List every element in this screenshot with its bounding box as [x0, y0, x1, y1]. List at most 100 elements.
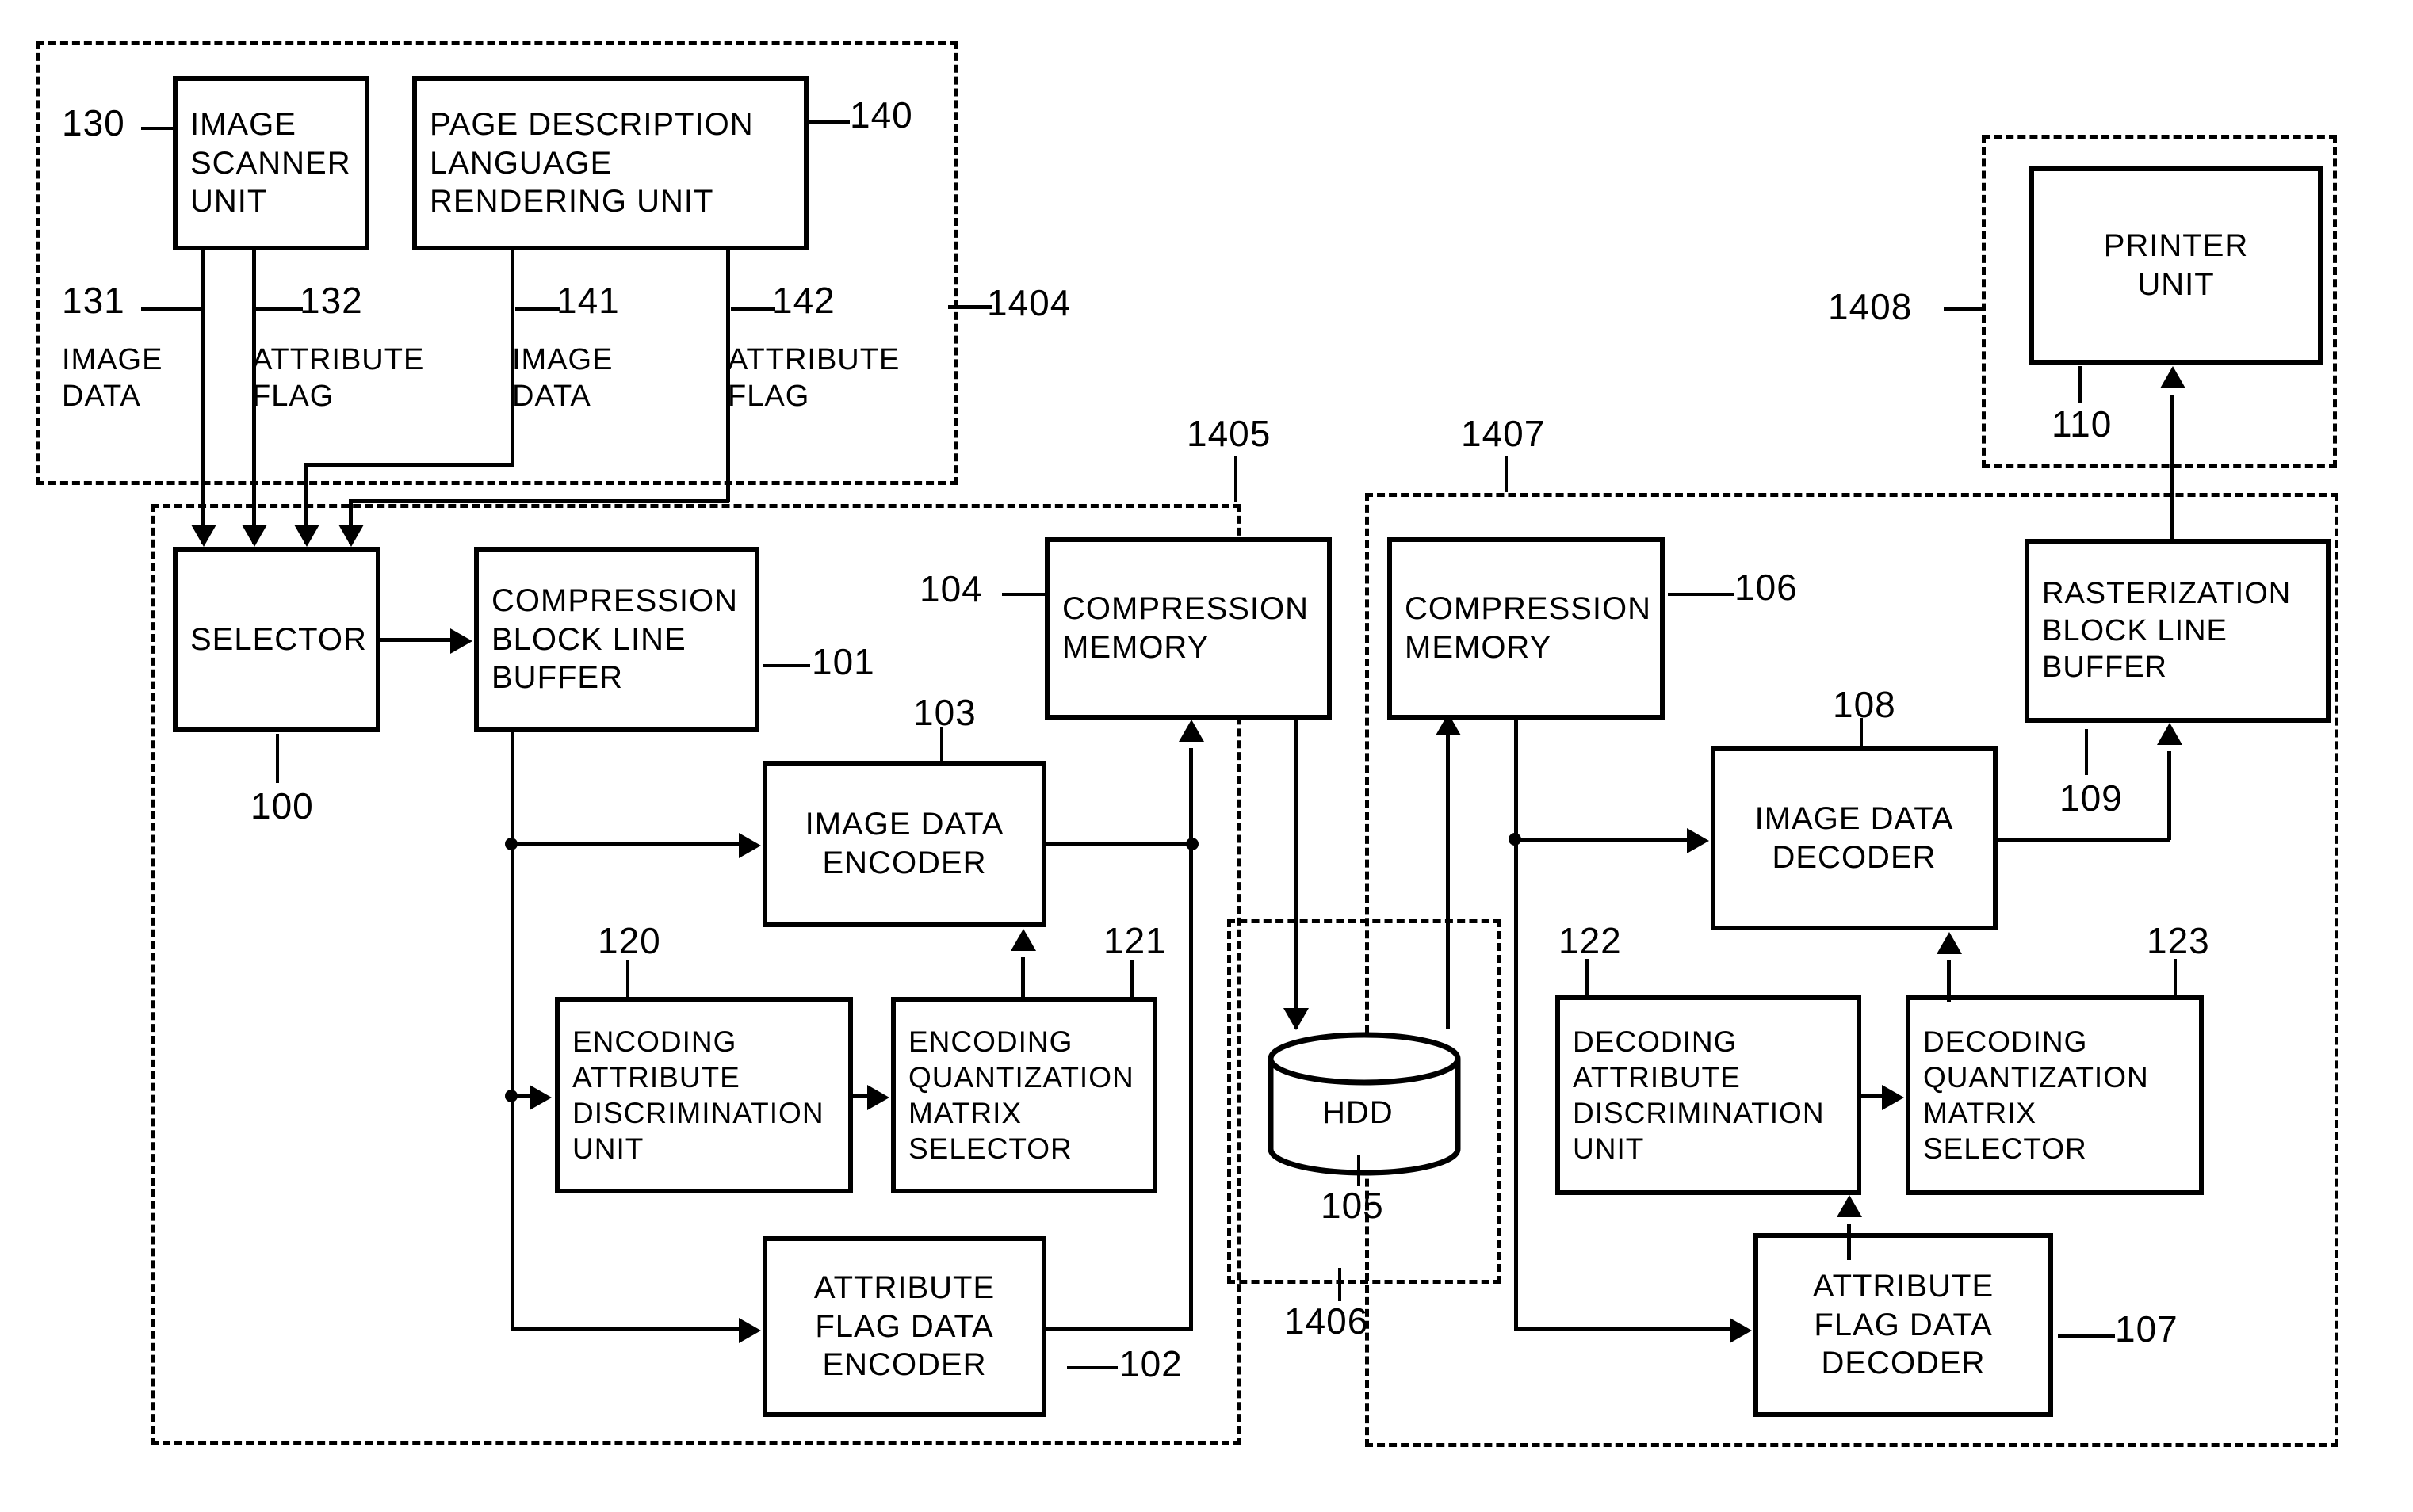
ref-label-1405: 1405 [1187, 413, 1272, 454]
signal-label-141: IMAGE DATA [512, 343, 614, 413]
ref-label-131: 131 [62, 280, 125, 321]
wire-buffer-to-flag-encoder [511, 1327, 740, 1331]
block-label-image-scanner-unit: IMAGE SCANNER UNIT [190, 106, 351, 220]
ref-label-102: 102 [1119, 1343, 1183, 1384]
leader-1404 [948, 305, 992, 309]
block-label-image-data-encoder: IMAGE DATA ENCODER [805, 807, 1004, 880]
block-label-attribute-flag-data-encoder: ATTRIBUTE FLAG DATA ENCODER [813, 1270, 996, 1383]
leader-1405 [1234, 456, 1237, 502]
leader-106 [1668, 593, 1734, 596]
arrowhead-dec-attr-input [1837, 1195, 1862, 1217]
wire-selector-to-buffer [380, 638, 452, 642]
ref-label-101: 101 [812, 641, 875, 682]
block-label-compression-block-line-buffer: COMPRESSION BLOCK LINE BUFFER [491, 582, 739, 696]
leader-142 [731, 307, 775, 311]
wire-memory-right-to-flag-decoder [1514, 1327, 1731, 1331]
wire-flag-decoder-to-dec-attr [1847, 1224, 1851, 1260]
block-image-scanner-unit[interactable]: IMAGE SCANNER UNIT [173, 76, 369, 250]
arrowhead-132 [242, 525, 267, 547]
block-pdl-rendering-unit[interactable]: PAGE DESCRIPTION LANGUAGE RENDERING UNIT [412, 76, 809, 250]
wire-buffer-to-attr-unit [511, 1094, 531, 1098]
arrowhead-dec-quant-to-image-decoder [1937, 932, 1962, 954]
block-encoding-quantization-matrix-selector[interactable]: ENCODING QUANTIZATION MATRIX SELECTOR [891, 997, 1157, 1193]
ref-label-109: 109 [2059, 777, 2123, 819]
leader-102 [1067, 1366, 1118, 1369]
leader-131 [141, 307, 203, 311]
ref-label-142: 142 [772, 280, 836, 321]
arrowhead-image-encoder-input [739, 833, 761, 858]
block-label-compression-memory-right: COMPRESSION MEMORY [1405, 591, 1652, 665]
leader-108 [1860, 718, 1863, 748]
leader-101 [763, 664, 810, 667]
block-label-attribute-flag-data-decoder: ATTRIBUTE FLAG DATA DECODER [1812, 1268, 1994, 1381]
ref-label-1404: 1404 [987, 282, 1072, 323]
leader-110 [2078, 366, 2082, 403]
wire-132 [252, 250, 256, 544]
wire-enc-attr-to-quant [853, 1094, 869, 1098]
leader-1406 [1338, 1268, 1341, 1301]
block-printer-unit[interactable]: PRINTER UNIT [2029, 166, 2323, 365]
arrowhead-printer-input [2160, 366, 2185, 388]
block-encoding-attribute-discrimination-unit[interactable]: ENCODING ATTRIBUTE DISCRIMINATION UNIT [555, 997, 853, 1193]
block-attribute-flag-data-encoder[interactable]: ATTRIBUTE FLAG DATA ENCODER [763, 1236, 1046, 1417]
block-decoding-quantization-matrix-selector[interactable]: DECODING QUANTIZATION MATRIX SELECTOR [1906, 995, 2204, 1195]
wire-dec-quant-to-image-decoder [1947, 960, 1951, 1002]
wire-flag-encoder-out [1046, 1327, 1192, 1331]
leader-121 [1130, 960, 1134, 997]
block-label-rasterization-block-line-buffer: RASTERIZATION BLOCK LINE BUFFER [2042, 577, 2292, 685]
leader-141 [515, 307, 560, 311]
leader-132 [255, 307, 303, 311]
patent-diagram-canvas: 1404 1405 1406 1407 1408 IMAGE SCANNER U… [0, 0, 2413, 1512]
wire-image-encoder-out [1046, 842, 1192, 846]
wire-131 [201, 250, 205, 544]
arrowhead-rasterization-buffer-input [2157, 723, 2182, 745]
block-compression-memory-left[interactable]: COMPRESSION MEMORY [1045, 537, 1332, 720]
arrowhead-dec-quant-input [1882, 1085, 1904, 1110]
wire-printer-input [2170, 395, 2174, 545]
ref-label-110: 110 [2052, 403, 2113, 445]
block-label-selector: SELECTOR [190, 621, 367, 657]
block-selector[interactable]: SELECTOR [173, 547, 380, 732]
ref-label-132: 132 [300, 280, 363, 321]
arrowhead-flag-decoder-input [1730, 1318, 1752, 1343]
ref-label-122: 122 [1558, 920, 1622, 961]
ref-label-120: 120 [598, 920, 661, 961]
wire-image-decoder-out [1998, 838, 2170, 842]
block-compression-block-line-buffer[interactable]: COMPRESSION BLOCK LINE BUFFER [474, 547, 759, 732]
arrowhead-attr-unit-input [530, 1085, 552, 1110]
ref-label-107: 107 [2115, 1308, 2178, 1350]
ref-label-1407: 1407 [1461, 413, 1546, 454]
leader-1408 [1944, 307, 1985, 311]
leader-140 [807, 120, 850, 124]
arrowhead-141 [294, 525, 319, 547]
wire-142-seg1 [726, 250, 730, 502]
wire-142-seg2 [349, 499, 729, 503]
block-image-data-encoder[interactable]: IMAGE DATA ENCODER [763, 761, 1046, 927]
signal-label-142: ATTRIBUTE FLAG [728, 343, 901, 413]
wire-dec-attr-to-quant [1861, 1094, 1883, 1098]
arrowhead-flag-encoder-input [739, 1318, 761, 1343]
ref-label-140: 140 [850, 94, 913, 136]
block-image-data-decoder[interactable]: IMAGE DATA DECODER [1711, 746, 1998, 930]
block-decoding-attribute-discrimination-unit[interactable]: DECODING ATTRIBUTE DISCRIMINATION UNIT [1555, 995, 1861, 1195]
leader-1407 [1505, 456, 1508, 492]
wire-hdd-to-memory-right [1446, 720, 1450, 1029]
wire-enc-quant-to-image-encoder [1021, 957, 1025, 1000]
ref-label-103: 103 [913, 692, 977, 733]
leader-120 [626, 960, 629, 997]
ref-label-121: 121 [1103, 920, 1167, 961]
hdd-label: HDD [1322, 1095, 1394, 1130]
arrowhead-enc-quant-to-image-encoder [1011, 929, 1036, 951]
ref-label-104: 104 [920, 568, 983, 609]
leader-122 [1585, 959, 1589, 995]
block-label-printer-unit: PRINTER UNIT [2103, 228, 2249, 302]
leader-130 [141, 127, 176, 130]
block-compression-memory-right[interactable]: COMPRESSION MEMORY [1387, 537, 1665, 720]
block-attribute-flag-data-decoder[interactable]: ATTRIBUTE FLAG DATA DECODER [1753, 1233, 2053, 1417]
arrowhead-image-decoder-input [1687, 828, 1709, 853]
ref-label-141: 141 [556, 280, 620, 321]
block-rasterization-block-line-buffer[interactable]: RASTERIZATION BLOCK LINE BUFFER [2025, 539, 2331, 723]
leader-104 [1002, 593, 1046, 596]
wire-image-encoder-up [1189, 748, 1193, 843]
leader-105 [1357, 1155, 1360, 1186]
